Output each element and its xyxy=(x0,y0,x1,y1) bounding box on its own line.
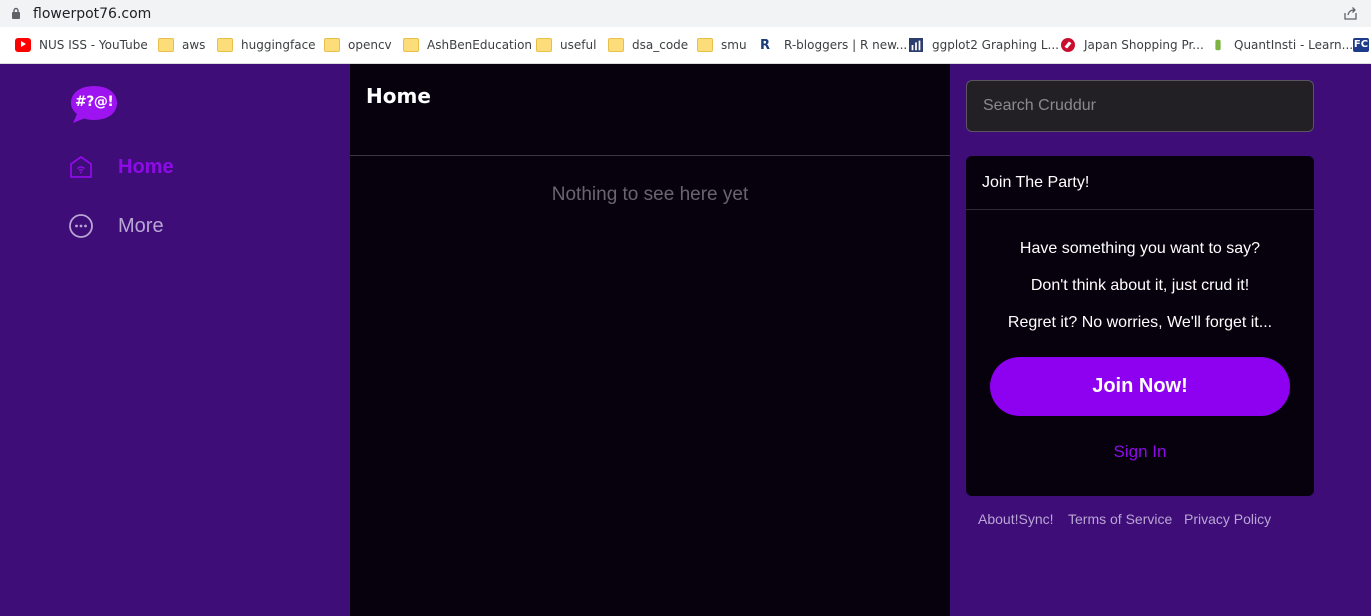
sign-in-link[interactable]: Sign In xyxy=(966,442,1314,462)
join-card-line: Regret it? No worries, We'll forget it..… xyxy=(1007,314,1273,331)
app-root: #?@! Home More Home Nothing to see here … xyxy=(0,64,1371,616)
empty-feed-message: Nothing to see here yet xyxy=(551,184,749,205)
bookmark-aws[interactable]: aws xyxy=(158,27,205,63)
bookmark-opencv[interactable]: opencv xyxy=(324,27,392,63)
join-card-title: Join The Party! xyxy=(966,156,1314,210)
bookmark-ashbeneducation[interactable]: AshBenEducation xyxy=(403,27,532,63)
url-text[interactable]: flowerpot76.com xyxy=(33,6,151,22)
share-icon[interactable] xyxy=(1343,6,1358,21)
ggplot-icon xyxy=(909,38,923,52)
home-icon xyxy=(70,156,92,178)
address-bar[interactable]: flowerpot76.com xyxy=(0,0,1371,27)
youtube-icon xyxy=(15,38,31,52)
bookmark-smu[interactable]: smu xyxy=(697,27,747,63)
footer-terms-link[interactable]: Terms of Service xyxy=(1068,511,1172,527)
bookmark-overflow[interactable]: FC xyxy=(1353,27,1371,63)
join-card-line: Don't think about it, just crud it! xyxy=(1030,277,1250,294)
bookmark-r-bloggers[interactable]: R R-bloggers | R new... xyxy=(760,27,907,63)
folder-icon xyxy=(158,38,174,52)
page-title: Home xyxy=(366,84,431,108)
bookmark-nus-iss-youtube[interactable]: NUS ISS - YouTube xyxy=(15,27,148,63)
footer-about-link[interactable]: About!Sync! xyxy=(978,511,1054,527)
fc-icon: FC xyxy=(1353,38,1369,52)
bookmark-huggingface[interactable]: huggingface xyxy=(217,27,316,63)
bookmark-ggplot2[interactable]: ggplot2 Graphing L... xyxy=(908,27,1059,63)
folder-icon xyxy=(403,38,419,52)
lock-icon xyxy=(12,7,20,19)
folder-icon xyxy=(536,38,552,52)
folder-icon xyxy=(697,38,713,52)
logo-text: #?@! xyxy=(75,94,114,110)
r-bloggers-icon: R xyxy=(760,38,771,53)
nav-item-label: Home xyxy=(118,155,174,178)
bookmark-quantinsti[interactable]: QuantInsti - Learn... xyxy=(1210,27,1353,63)
folder-icon xyxy=(324,38,340,52)
folder-icon xyxy=(608,38,624,52)
join-card-line: Have something you want to say? xyxy=(1019,240,1261,257)
bookmarks-bar: NUS ISS - YouTube aws huggingface opencv… xyxy=(0,27,1371,64)
nav-item-home[interactable]: Home xyxy=(68,152,174,182)
japan-shopping-icon xyxy=(1061,38,1075,52)
footer-privacy-link[interactable]: Privacy Policy xyxy=(1184,511,1271,527)
folder-icon xyxy=(217,38,233,52)
bookmark-useful[interactable]: useful xyxy=(536,27,596,63)
nav-item-label: More xyxy=(118,214,164,237)
main-feed: Home Nothing to see here yet xyxy=(350,64,950,616)
quantinsti-icon xyxy=(1215,39,1221,51)
join-card: Join The Party! Have something you want … xyxy=(966,156,1314,496)
more-icon xyxy=(69,214,93,238)
join-now-button[interactable]: Join Now! xyxy=(990,357,1290,416)
bookmark-dsa-code[interactable]: dsa_code xyxy=(608,27,688,63)
search-input[interactable] xyxy=(966,80,1314,132)
feed-header: Home xyxy=(350,64,950,156)
nav-item-more[interactable]: More xyxy=(68,211,164,241)
bookmark-japan-shopping[interactable]: Japan Shopping Pr... xyxy=(1060,27,1204,63)
